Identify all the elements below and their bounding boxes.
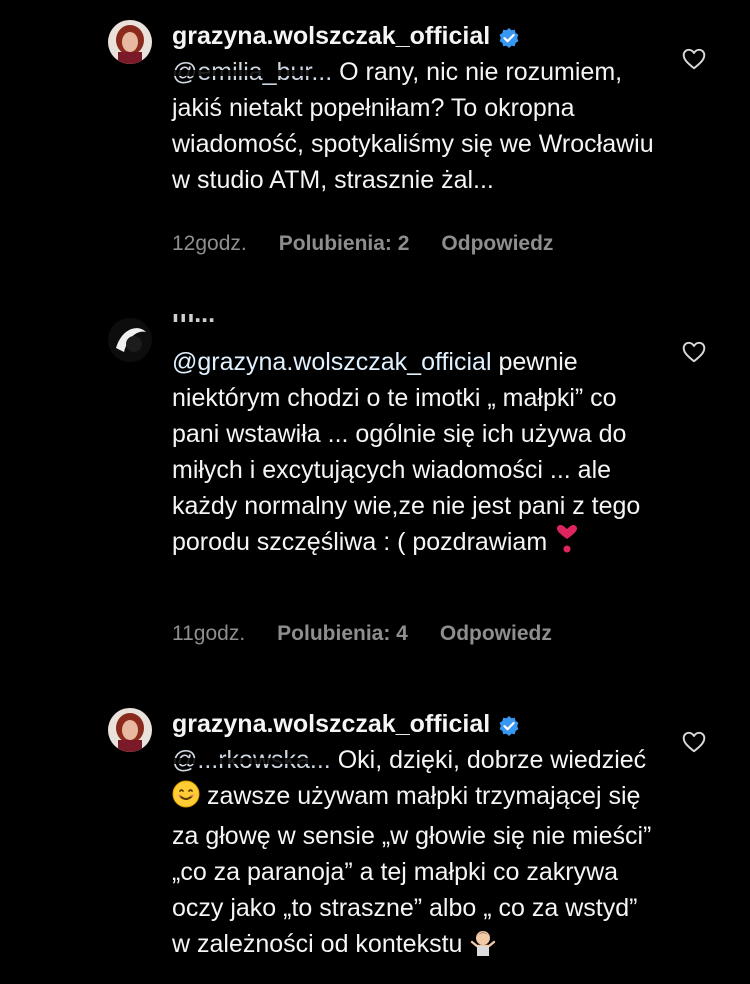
username[interactable]: grazyna.wolszczak_official	[172, 708, 490, 740]
comment-meta: 12godz. Polubienia: 2 Odpowiedz	[172, 232, 553, 256]
mention-link[interactable]: @grazyna.wolszczak_official	[172, 348, 492, 376]
likes-count[interactable]: Polubienia: 2	[279, 232, 410, 256]
comment-text: @grazyna.wolszczak_official pewnie niekt…	[172, 344, 662, 564]
avatar[interactable]	[108, 20, 152, 64]
username[interactable]: m...	[172, 314, 215, 330]
verified-badge-icon	[498, 713, 520, 736]
comment-text: @...rkowska... Oki, dzięki, dobrze wiedz…	[172, 742, 662, 966]
reply-button[interactable]: Odpowiedz	[441, 232, 553, 256]
timestamp: 12godz.	[172, 232, 247, 255]
heart-exclamation-emoji-icon	[554, 524, 580, 564]
smiling-face-emoji-icon	[172, 780, 200, 818]
comment-meta: 11godz. Polubienia: 4 Odpowiedz	[172, 622, 552, 646]
avatar[interactable]	[108, 708, 152, 752]
heart-outline-icon[interactable]	[681, 46, 707, 72]
comment-username-line: grazyna.wolszczak_official	[172, 708, 662, 740]
mention-link[interactable]: @emilia_bur...	[172, 54, 333, 90]
heart-outline-icon[interactable]	[681, 339, 707, 365]
comment-body-part2: zawsze używam małpki trzymającej się za …	[172, 782, 652, 958]
mention-link[interactable]: @...rkowska...	[172, 742, 331, 778]
person-shrugging-emoji-icon	[469, 928, 497, 966]
comment-username-line: m...	[172, 314, 662, 342]
likes-count[interactable]: Polubienia: 4	[277, 622, 408, 646]
comment-text: @emilia_bur... O rany, nic nie rozumiem,…	[172, 54, 662, 198]
heart-outline-icon[interactable]	[681, 729, 707, 755]
timestamp: 11godz.	[172, 622, 246, 645]
avatar[interactable]	[108, 318, 152, 362]
reply-button[interactable]: Odpowiedz	[440, 622, 552, 646]
comment-body-part1: Oki, dzięki, dobrze wiedzieć	[337, 746, 647, 774]
username[interactable]: grazyna.wolszczak_official	[172, 20, 490, 52]
verified-badge-icon	[498, 25, 520, 48]
comment-username-line: grazyna.wolszczak_official	[172, 20, 662, 52]
